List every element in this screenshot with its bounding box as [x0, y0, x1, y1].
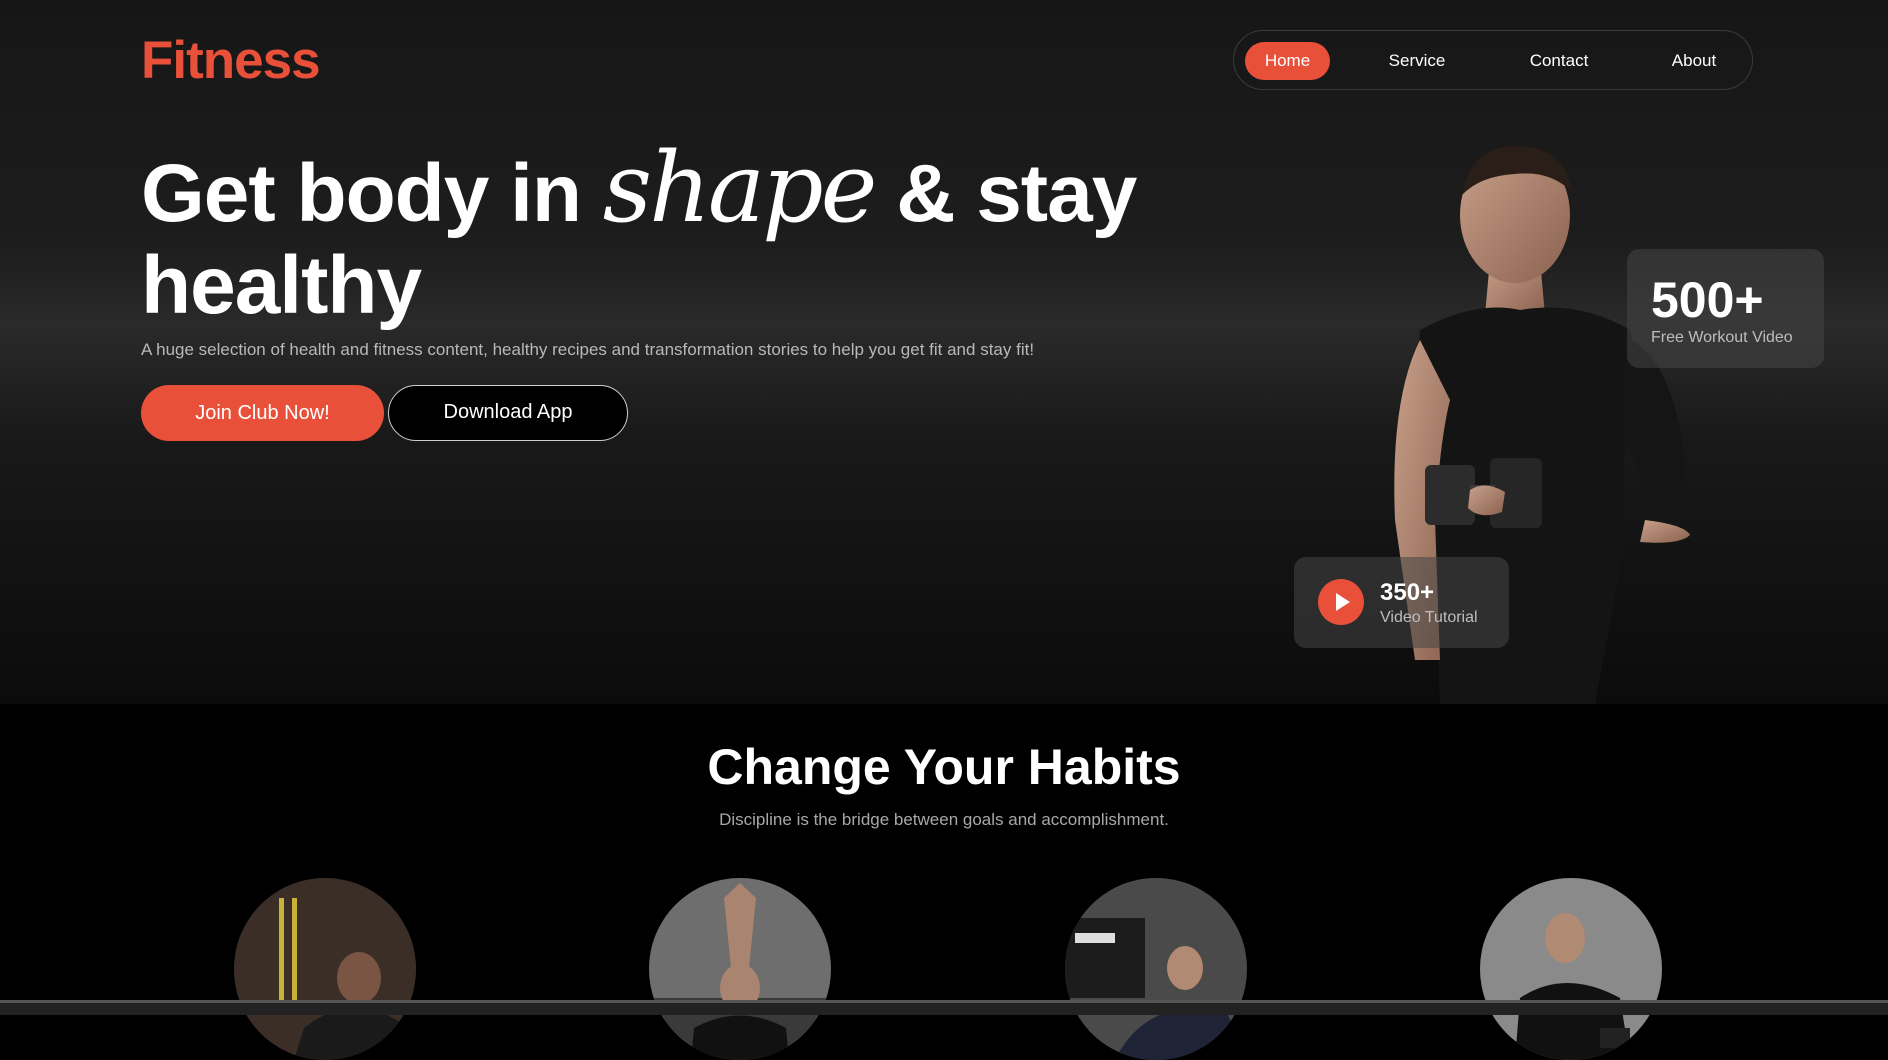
- headline-line-1: Get body in shape & stay: [141, 140, 1137, 239]
- join-club-button[interactable]: Join Club Now!: [141, 385, 384, 441]
- tutorial-stat-value: 350+: [1380, 579, 1435, 606]
- play-icon[interactable]: [1318, 579, 1364, 625]
- stretching-photo: [649, 878, 831, 1060]
- nav-about[interactable]: About: [1654, 42, 1734, 80]
- workout-stat-value: 500+: [1651, 272, 1764, 328]
- nav-home[interactable]: Home: [1245, 42, 1330, 80]
- download-app-button[interactable]: Download App: [388, 385, 628, 441]
- brand-logo[interactable]: Fitness: [141, 30, 321, 91]
- headline-part-2: & stay: [896, 148, 1137, 239]
- tutorial-stat-card[interactable]: 350+ Video Tutorial: [1294, 557, 1509, 648]
- habits-subtitle: Discipline is the bridge between goals a…: [719, 810, 1169, 829]
- headline-line-2: healthy: [141, 240, 422, 331]
- workout-stat-label: Free Workout Video: [1651, 329, 1793, 346]
- headline-part-1: Get body in: [141, 148, 582, 239]
- headline-script-word: shape: [602, 132, 878, 244]
- main-nav: Home Service Contact About: [1233, 30, 1753, 90]
- nav-service[interactable]: Service: [1374, 42, 1460, 80]
- nav-contact[interactable]: Contact: [1514, 42, 1604, 80]
- gym-workout-photo: [1065, 878, 1247, 1060]
- hero-subtitle: A huge selection of health and fitness c…: [141, 340, 1035, 359]
- dumbbell-photo: [1480, 878, 1662, 1060]
- taskbar: [0, 1000, 1888, 1015]
- trx-training-photo: [234, 878, 416, 1060]
- workout-stat-card: 500+ Free Workout Video: [1627, 249, 1824, 368]
- tutorial-stat-label: Video Tutorial: [1380, 609, 1478, 626]
- habits-title: Change Your Habits: [707, 739, 1181, 795]
